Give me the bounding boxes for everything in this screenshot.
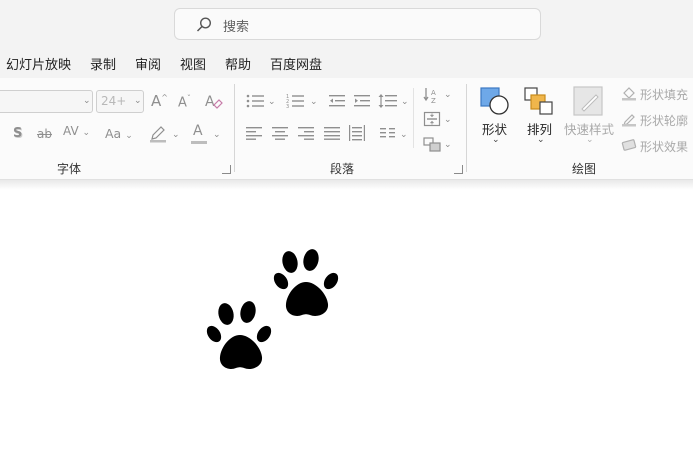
search-icon: [196, 17, 212, 32]
character-spacing-button[interactable]: AV ⌄: [63, 124, 90, 138]
menu-bar: 幻灯片放映 录制 审阅 视图 帮助 百度网盘: [0, 46, 693, 78]
shape-fill-icon[interactable]: [621, 85, 637, 101]
chevron-down-icon: ⌄: [172, 130, 180, 140]
decrease-indent-icon[interactable]: [328, 93, 346, 109]
chevron-down-icon: ⌄: [82, 128, 91, 138]
ribbon: ⌄ 24+ ⌄ A^ Aˇ A S ab AV ⌄ Aa ⌄ ⌄ A ⌄ 字体 …: [0, 78, 693, 180]
numbering-icon[interactable]: 1 2 3: [286, 93, 306, 109]
bullets-icon[interactable]: [246, 93, 266, 109]
align-center-icon[interactable]: [272, 126, 288, 140]
columns-icon[interactable]: [380, 127, 396, 139]
paragraph-group-label: 段落: [330, 162, 355, 176]
text-direction-icon[interactable]: A Z: [423, 86, 441, 104]
svg-text:3: 3: [286, 104, 289, 109]
paragraph-dialog-launcher[interactable]: [454, 165, 463, 174]
slide-canvas[interactable]: [0, 190, 693, 461]
align-left-icon[interactable]: [246, 126, 262, 140]
quick-styles-icon[interactable]: [572, 85, 604, 117]
separator: [413, 88, 414, 148]
clear-formatting-icon[interactable]: A: [204, 91, 224, 111]
font-color-bar: [191, 141, 207, 144]
chevron-down-icon: ⌄: [310, 97, 318, 107]
ribbon-shadow: [0, 180, 693, 190]
shape-fill-button[interactable]: 形状填充: [640, 86, 688, 103]
menu-help[interactable]: 帮助: [225, 54, 251, 73]
chevron-down-icon: ⌄: [213, 130, 221, 140]
font-dialog-launcher[interactable]: [222, 165, 231, 174]
strikethrough-button[interactable]: ab: [37, 127, 52, 141]
shape-effects-button[interactable]: 形状效果: [640, 138, 688, 155]
menu-view[interactable]: 视图: [180, 54, 206, 73]
chevron-down-icon: ⌄: [586, 135, 594, 145]
arrange-icon[interactable]: [523, 86, 555, 116]
menu-slideshow[interactable]: 幻灯片放映: [6, 54, 71, 73]
chevron-down-icon: ⌄: [401, 97, 409, 107]
chevron-down-icon: ⌄: [537, 135, 545, 145]
line-spacing-icon[interactable]: [378, 92, 398, 110]
shape-outline-icon[interactable]: [621, 111, 637, 127]
shape-effects-icon[interactable]: [621, 137, 637, 153]
increase-indent-icon[interactable]: [353, 93, 371, 109]
align-text-icon[interactable]: [423, 111, 441, 127]
separator: [466, 84, 467, 172]
chevron-down-icon: ⌄: [444, 140, 452, 150]
shapes-icon[interactable]: [479, 86, 511, 116]
paw-print-icon[interactable]: [204, 300, 276, 374]
font-name-dropdown[interactable]: ⌄: [0, 90, 93, 113]
chevron-down-icon: ⌄: [492, 135, 500, 145]
change-case-button[interactable]: Aa ⌄: [105, 126, 133, 141]
menu-baidu-netdisk[interactable]: 百度网盘: [270, 54, 322, 73]
chevron-down-icon: ⌄: [444, 90, 452, 100]
svg-text:A: A: [205, 94, 215, 110]
search-placeholder: 搜索: [223, 20, 250, 35]
chevron-down-icon: ⌄: [125, 131, 133, 141]
align-right-icon[interactable]: [298, 126, 314, 140]
font-group-label: 字体: [57, 162, 82, 176]
chevron-down-icon: ⌄: [268, 97, 276, 107]
justify-icon[interactable]: [324, 126, 340, 140]
distributed-icon[interactable]: [349, 125, 365, 141]
text-shadow-button[interactable]: S: [13, 126, 22, 141]
drawing-group-label: 绘图: [572, 162, 597, 176]
font-size-value: 24+: [101, 94, 127, 108]
font-color-button[interactable]: A: [193, 123, 203, 139]
paw-print-icon[interactable]: [272, 248, 344, 322]
chevron-down-icon: ⌄: [134, 96, 142, 106]
font-size-dropdown[interactable]: 24+ ⌄: [96, 90, 144, 113]
menu-record[interactable]: 录制: [90, 54, 116, 73]
shrink-font-button[interactable]: Aˇ: [178, 94, 191, 110]
chevron-down-icon: ⌄: [444, 115, 452, 125]
separator: [234, 84, 235, 172]
svg-text:A: A: [431, 89, 436, 97]
chevron-down-icon: ⌄: [83, 96, 91, 106]
grow-font-button[interactable]: A^: [151, 92, 168, 110]
smartart-convert-icon[interactable]: [423, 136, 441, 152]
chevron-down-icon: ⌄: [400, 130, 408, 140]
search-box[interactable]: 搜索: [174, 8, 541, 40]
svg-text:Z: Z: [431, 97, 436, 104]
highlight-icon[interactable]: [148, 123, 168, 143]
title-bar: 搜索: [0, 0, 693, 46]
shape-outline-button[interactable]: 形状轮廓: [640, 112, 688, 129]
menu-review[interactable]: 审阅: [135, 54, 161, 73]
